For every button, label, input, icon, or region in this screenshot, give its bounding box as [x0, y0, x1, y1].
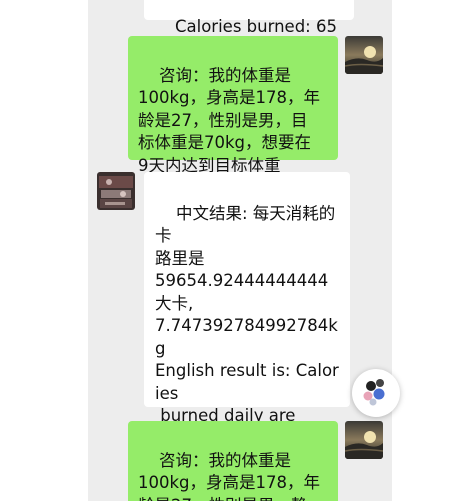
sunset-avatar-icon — [345, 421, 383, 459]
message-text: 咨询：我的体重是 100kg，身高是178，年 龄是27，性别是男，目 标体重是… — [138, 65, 321, 175]
received-message-bubble[interactable]: Calories burned: 655 — [144, 0, 354, 58]
chat-message-list[interactable]: Calories burned: 655 咨询：我的体重是 100kg，身高是1… — [88, 0, 392, 501]
message-text: 咨询：我的体重是 100kg，身高是178，年 龄是27，性别是男，静 — [138, 450, 321, 501]
sent-message-bubble[interactable]: 咨询：我的体重是 100kg，身高是178，年 龄是27，性别是男，静 — [128, 421, 338, 501]
bot-avatar[interactable] — [97, 172, 135, 210]
multi-dot-assistant-icon — [363, 379, 385, 406]
right-margin — [392, 0, 456, 501]
user-avatar[interactable] — [345, 421, 383, 459]
sent-message-bubble[interactable]: 咨询：我的体重是 100kg，身高是178，年 龄是27，性别是男，目 标体重是… — [128, 36, 338, 175]
bot-avatar-icon — [97, 172, 135, 210]
user-avatar[interactable] — [345, 36, 383, 74]
sunset-avatar-icon — [345, 36, 383, 74]
left-margin — [0, 0, 88, 501]
received-message-bubble[interactable]: 中文结果: 每天消耗的卡 路里是 59654.92444444444 大卡, 7… — [144, 172, 350, 501]
floating-assistant-button[interactable] — [352, 369, 400, 417]
